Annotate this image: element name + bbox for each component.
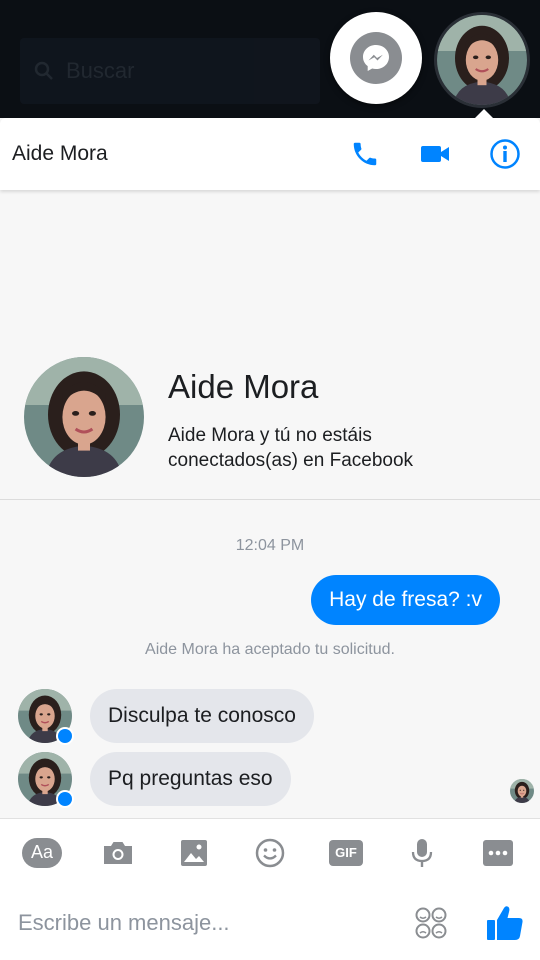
messenger-chat-head[interactable] (330, 12, 422, 104)
incoming-message-row: Disculpa te conosco (18, 689, 314, 745)
connection-status: Aide Mora y tú no estáis conectados(as) … (168, 425, 414, 471)
messenger-badge-icon (56, 727, 74, 745)
info-button[interactable] (470, 118, 540, 190)
call-button[interactable] (330, 118, 400, 190)
profile-avatar[interactable] (24, 357, 144, 477)
more-options-button[interactable] (474, 829, 522, 877)
sender-avatar[interactable] (18, 689, 74, 745)
info-icon (490, 139, 520, 169)
contact-name: Aide Mora (12, 142, 108, 165)
like-icon[interactable] (484, 902, 526, 944)
search-placeholder: Buscar (66, 58, 135, 83)
sender-avatar[interactable] (18, 752, 74, 808)
gif-icon: GIF (329, 839, 363, 866)
text-format-button[interactable]: Aa (18, 829, 66, 877)
seen-indicator-avatar (510, 779, 534, 803)
message-timestamp: 12:04 PM (235, 537, 305, 554)
search-icon (34, 61, 53, 80)
emoji-icon (255, 838, 285, 867)
emoji-button[interactable] (246, 829, 294, 877)
message-input[interactable] (18, 910, 388, 936)
profile-name: Aide Mora (168, 368, 319, 405)
gallery-button[interactable] (170, 829, 218, 877)
chat-head-avatar[interactable] (434, 12, 530, 108)
aa-label: Aa (22, 837, 62, 868)
system-message: Aide Mora ha aceptado tu solicitud. (145, 641, 395, 658)
incoming-message[interactable]: Pq preguntas eso (90, 752, 291, 806)
messenger-badge-icon (56, 790, 74, 808)
stickers-icon[interactable] (414, 906, 448, 940)
message-input-row (0, 886, 540, 960)
incoming-message-row: Pq preguntas eso (18, 752, 291, 808)
outgoing-message[interactable]: Hay de fresa? :v (311, 575, 500, 625)
profile-intro: Aide Mora Aide Mora y tú no estáis conec… (0, 340, 540, 500)
microphone-icon (411, 838, 433, 867)
voice-button[interactable] (398, 829, 446, 877)
camera-icon (104, 841, 132, 864)
video-call-button[interactable] (400, 118, 470, 190)
gif-button[interactable]: GIF (322, 829, 370, 877)
camera-button[interactable] (94, 829, 142, 877)
phone-icon (353, 142, 377, 166)
incoming-message[interactable]: Disculpa te conosco (90, 689, 314, 743)
messenger-icon (363, 45, 389, 71)
image-icon (181, 839, 207, 866)
composer-toolbar: Aa GIF (0, 818, 540, 886)
search-bar[interactable]: Buscar (20, 38, 320, 104)
more-icon (483, 839, 513, 866)
chat-header: Aide Mora (0, 118, 540, 190)
video-icon (421, 146, 449, 162)
